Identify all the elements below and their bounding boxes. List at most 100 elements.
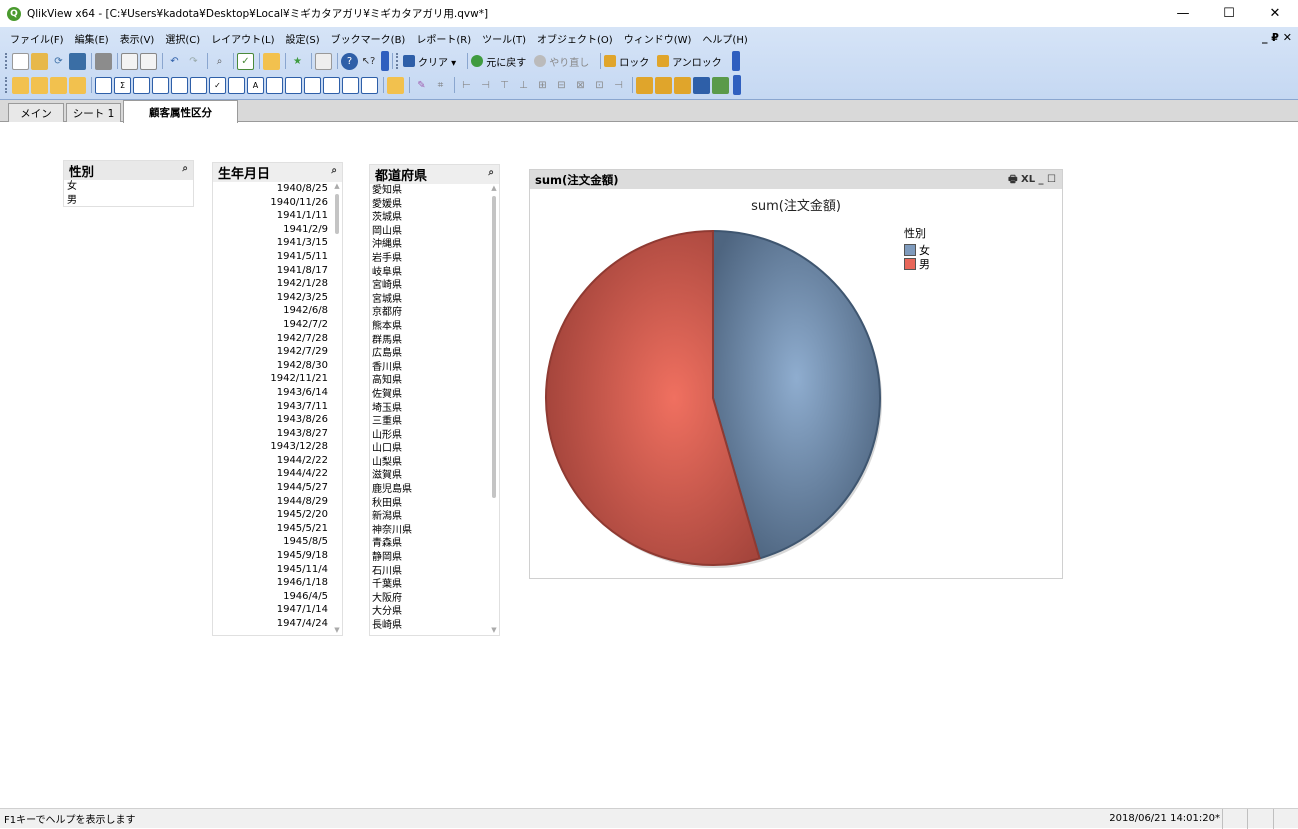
current-selections-box-icon[interactable]: ✓ — [209, 76, 226, 94]
menu-select[interactable]: 選択(C) — [165, 31, 200, 46]
tab-main[interactable]: メイン — [8, 103, 64, 122]
list-item[interactable]: 1941/5/11 — [213, 250, 328, 264]
list-item[interactable]: 沖縄県 — [372, 238, 499, 252]
list-item[interactable]: 広島県 — [372, 347, 499, 361]
sheet-move-right-icon[interactable] — [69, 76, 86, 94]
toolbar-grip[interactable] — [396, 53, 399, 69]
space-vertical-icon[interactable]: ⊣ — [610, 77, 627, 94]
user-preferences-icon[interactable] — [655, 76, 672, 94]
close-button[interactable]: ✕ — [1252, 0, 1298, 27]
toolbar-overflow-button[interactable] — [731, 51, 740, 71]
list-item[interactable]: 1943/6/14 — [213, 386, 328, 400]
list-item[interactable]: 1945/11/4 — [213, 563, 328, 577]
menu-layout[interactable]: レイアウト(L) — [211, 31, 274, 46]
list-item[interactable]: 鹿児島県 — [372, 483, 499, 497]
search-icon[interactable]: ⌕ — [211, 53, 228, 70]
edit-script-icon[interactable] — [121, 52, 138, 70]
scroll-down-arrow-icon[interactable]: ▼ — [334, 626, 340, 634]
list-item[interactable]: 長崎県 — [372, 619, 499, 633]
list-item[interactable]: 秋田県 — [372, 497, 499, 511]
input-box-icon[interactable] — [190, 76, 207, 94]
toolbar-overflow-button[interactable] — [733, 75, 741, 95]
new-document-icon[interactable] — [12, 52, 29, 70]
context-help-icon[interactable]: ↖? — [360, 53, 377, 70]
list-item[interactable]: 1942/7/2 — [213, 318, 328, 332]
list-item[interactable]: 高知県 — [372, 374, 499, 388]
search-icon[interactable]: ⌕ — [331, 165, 337, 176]
list-item[interactable]: 1941/2/9 — [213, 223, 328, 237]
list-item[interactable]: 1945/9/18 — [213, 549, 328, 563]
scrollbar-thumb[interactable] — [492, 196, 496, 498]
list-item[interactable]: 石川県 — [372, 565, 499, 579]
quick-chart-wizard-icon[interactable] — [387, 76, 404, 94]
menu-help[interactable]: ヘルプ(H) — [702, 31, 747, 46]
search-icon[interactable]: ⌕ — [182, 163, 188, 174]
list-item[interactable]: 佐賀県 — [372, 388, 499, 402]
list-item[interactable]: 宮城県 — [372, 293, 499, 307]
redo-icon[interactable]: ↷ — [185, 53, 202, 70]
list-item[interactable]: 1942/8/30 — [213, 359, 328, 373]
document-properties-icon[interactable] — [636, 76, 653, 94]
multi-box-icon[interactable] — [133, 76, 150, 94]
open-folder-icon[interactable] — [31, 52, 48, 70]
align-center-icon[interactable]: ⊣ — [477, 77, 494, 94]
menu-object[interactable]: オブジェクト(O) — [537, 31, 613, 46]
list-item[interactable]: 千葉県 — [372, 578, 499, 592]
list-item[interactable]: 男 — [67, 194, 193, 208]
list-item[interactable]: 愛媛県 — [372, 198, 499, 212]
favorite-star-icon[interactable]: ★ — [289, 53, 306, 70]
slider-object-icon[interactable] — [285, 76, 302, 94]
listbox-icon[interactable] — [95, 76, 112, 94]
print-icon[interactable] — [95, 52, 112, 70]
reload-script-icon[interactable] — [140, 52, 157, 70]
space-horizontal-icon[interactable]: ⊡ — [591, 77, 608, 94]
list-item[interactable]: 1942/7/28 — [213, 332, 328, 346]
minimize-button[interactable]: — — [1160, 0, 1206, 27]
list-item[interactable]: 1944/2/22 — [213, 454, 328, 468]
variable-overview-icon[interactable] — [674, 76, 691, 94]
container-object-icon[interactable] — [342, 76, 359, 94]
list-item[interactable]: 1945/8/5 — [213, 535, 328, 549]
listbox-birthdate-scrollbar[interactable]: ▲ ▼ — [334, 182, 340, 634]
list-item[interactable]: 1944/5/27 — [213, 481, 328, 495]
menu-view[interactable]: 表示(V) — [120, 31, 155, 46]
text-object-icon[interactable]: A — [247, 76, 264, 94]
list-item[interactable]: 三重県 — [372, 415, 499, 429]
unlock-button[interactable]: アンロック — [657, 54, 722, 69]
listbox-prefecture-caption[interactable]: 都道府県 ⌕ — [370, 165, 499, 184]
list-item[interactable]: 滋賀県 — [372, 469, 499, 483]
list-item[interactable]: 1940/11/26 — [213, 196, 328, 210]
menu-reports[interactable]: レポート(R) — [416, 31, 471, 46]
list-item[interactable]: 愛知県 — [372, 184, 499, 198]
toolbar-grip[interactable] — [5, 53, 8, 69]
list-item[interactable]: 熊本県 — [372, 320, 499, 334]
list-item[interactable]: 1942/6/8 — [213, 304, 328, 318]
format-painter-icon[interactable]: ✎ — [413, 77, 430, 94]
grid-icon[interactable]: ⌗ — [432, 77, 449, 94]
list-item[interactable]: 1940/8/25 — [213, 182, 328, 196]
distribute-horizontal-icon[interactable]: ⊟ — [553, 77, 570, 94]
list-item[interactable]: 1944/8/29 — [213, 495, 328, 509]
list-item[interactable]: 1944/4/22 — [213, 467, 328, 481]
listbox-birthdate-caption[interactable]: 生年月日 ⌕ — [213, 163, 342, 182]
list-item[interactable]: 山口県 — [372, 442, 499, 456]
list-item[interactable]: 香川県 — [372, 361, 499, 375]
list-item[interactable]: 1942/7/29 — [213, 345, 328, 359]
statistics-box-icon[interactable]: Σ — [114, 76, 131, 94]
list-item[interactable]: 1945/2/20 — [213, 508, 328, 522]
align-left-icon[interactable]: ⊢ — [458, 77, 475, 94]
listbox-prefecture-scrollbar[interactable]: ▲ ▼ — [491, 184, 497, 634]
save-icon[interactable] — [69, 52, 86, 70]
menu-settings[interactable]: 設定(S) — [286, 31, 320, 46]
list-item[interactable]: 1946/1/18 — [213, 576, 328, 590]
align-bottom-icon[interactable]: ⊞ — [534, 77, 551, 94]
undo-icon[interactable]: ↶ — [166, 53, 183, 70]
list-item[interactable]: 1947/1/14 — [213, 603, 328, 617]
list-item[interactable]: 山形県 — [372, 429, 499, 443]
list-item[interactable]: 大分県 — [372, 605, 499, 619]
list-item[interactable]: 茨城県 — [372, 211, 499, 225]
help-icon[interactable]: ? — [341, 52, 358, 70]
list-item[interactable]: 1942/3/25 — [213, 291, 328, 305]
menu-bookmarks[interactable]: ブックマーク(B) — [331, 31, 406, 46]
align-top-icon[interactable]: ⊥ — [515, 77, 532, 94]
